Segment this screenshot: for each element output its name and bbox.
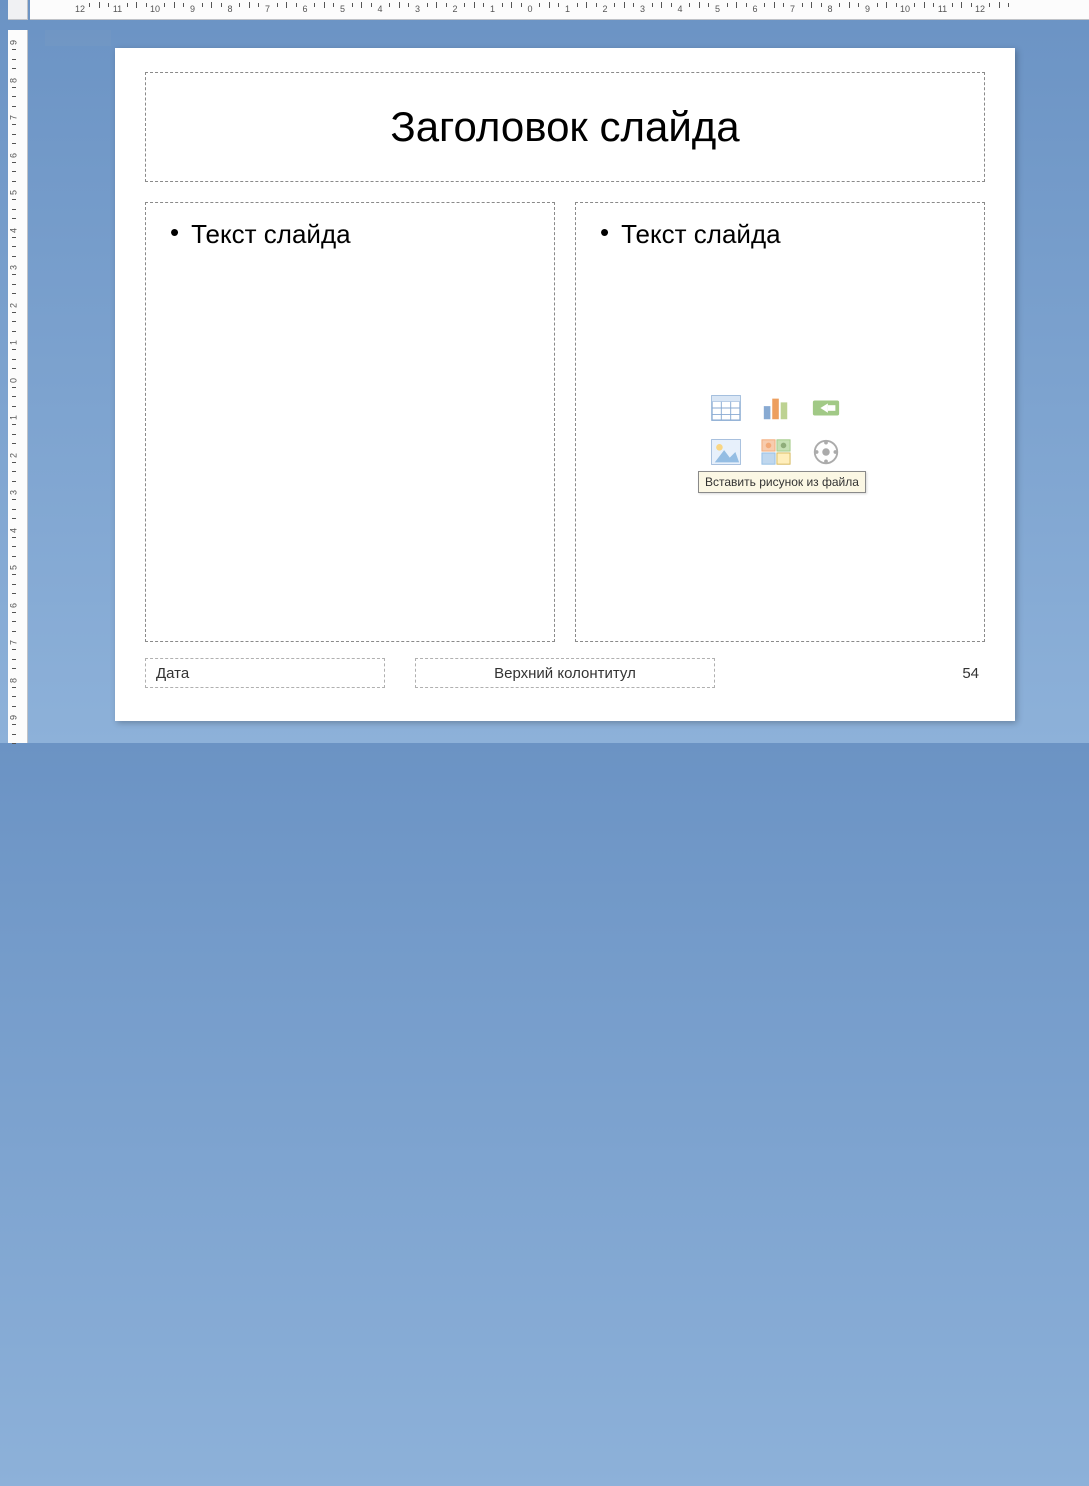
footer-date-placeholder[interactable]: Дата <box>145 658 385 688</box>
page-number[interactable]: 54 <box>865 658 985 688</box>
smartart-icon[interactable] <box>809 393 843 423</box>
tooltip-text: Вставить рисунок из файла <box>705 475 859 489</box>
picture-icon[interactable] <box>709 437 743 467</box>
insert-content-grid <box>696 393 866 477</box>
slide-canvas[interactable]: Заголовок слайда Текст слайда Текст слай… <box>115 48 1015 721</box>
bullet-text-left: Текст слайда <box>156 211 544 250</box>
edge-shadow <box>45 30 111 46</box>
chart-icon[interactable] <box>759 393 793 423</box>
right-text: Текст слайда <box>621 219 780 250</box>
bullet-text-right: Текст слайда <box>586 211 974 250</box>
footer-center-placeholder[interactable]: Верхний колонтитул <box>415 658 715 688</box>
footer-center-text: Верхний колонтитул <box>494 665 636 682</box>
left-text: Текст слайда <box>191 219 350 250</box>
page-number-text: 54 <box>962 665 979 682</box>
horizontal-ruler: 1211109876543210123456789101112 <box>30 0 1089 20</box>
ruler-corner <box>8 0 28 20</box>
vertical-ruler: 9876543210123456789 <box>8 30 28 743</box>
media-icon[interactable] <box>809 437 843 467</box>
footer-date-text: Дата <box>156 665 189 682</box>
table-icon[interactable] <box>709 393 743 423</box>
clipart-icon[interactable] <box>759 437 793 467</box>
content-left-placeholder[interactable]: Текст слайда <box>145 202 555 642</box>
title-placeholder[interactable]: Заголовок слайда <box>145 72 985 182</box>
title-text: Заголовок слайда <box>390 103 739 151</box>
content-right-placeholder[interactable]: Текст слайда <box>575 202 985 642</box>
tooltip: Вставить рисунок из файла <box>698 471 866 493</box>
